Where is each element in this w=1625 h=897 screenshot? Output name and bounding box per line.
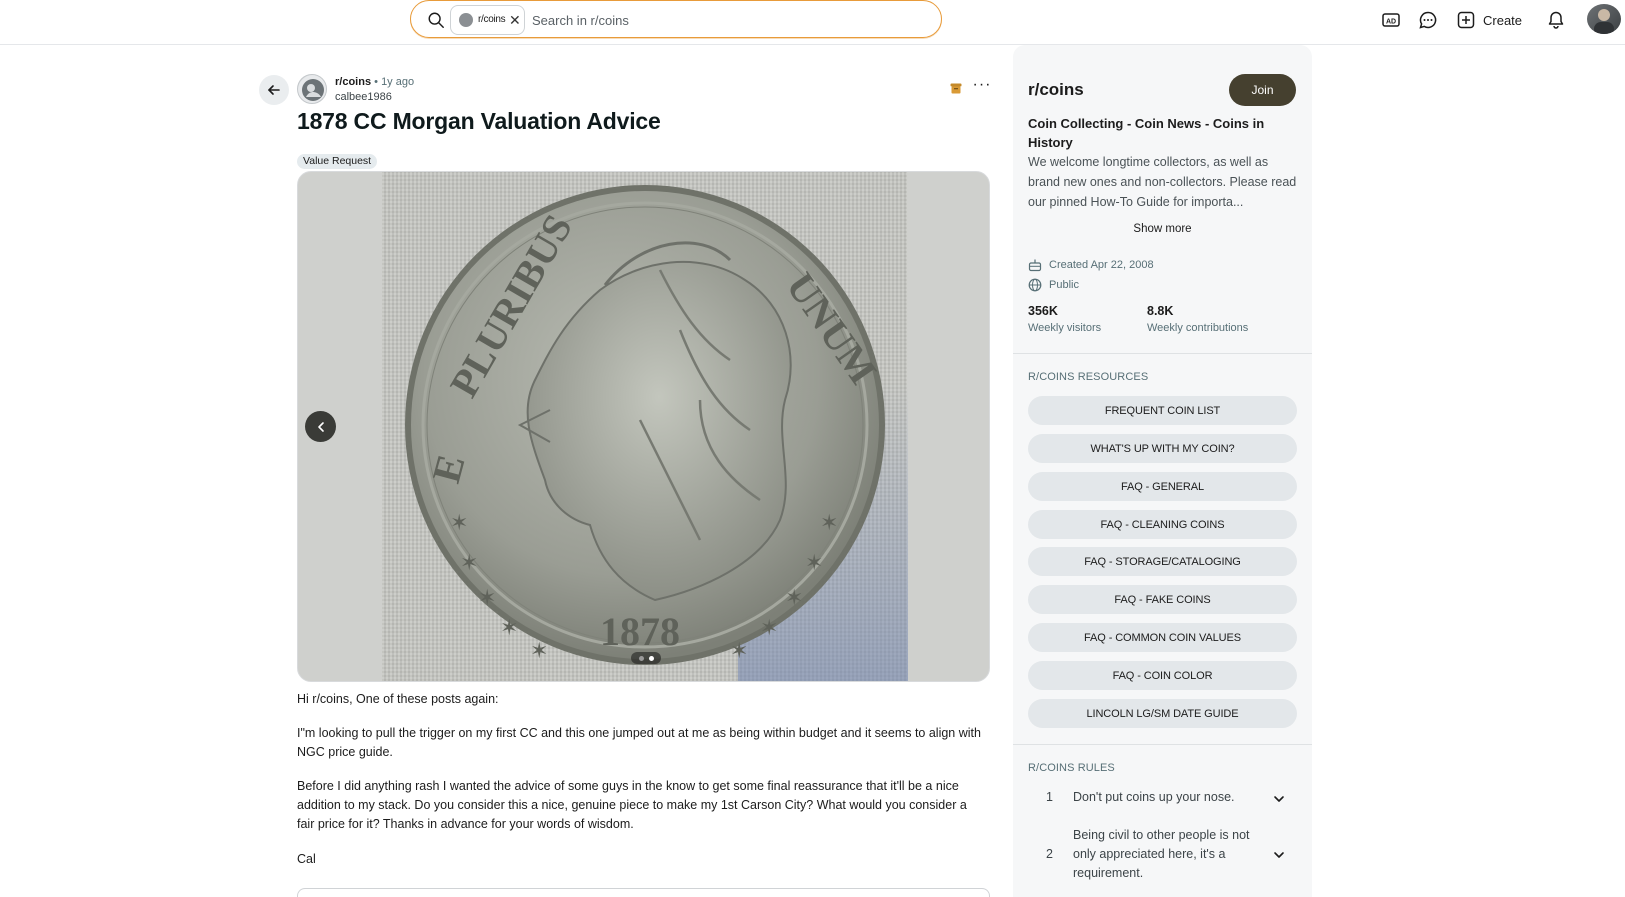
visibility-row: Public: [1028, 278, 1079, 292]
gallery-dot-active[interactable]: [648, 655, 654, 661]
rule-text: Being civil to other people is not only …: [1073, 828, 1250, 880]
create-label: Create: [1483, 12, 1523, 28]
post-body-paragraph: Cal: [297, 852, 316, 866]
coin-image: E PLURIBUS UNUM 1878 ✶ ✶ ✶ ✶ ✶ ✶ ✶ ✶ ✶ ✶: [405, 185, 886, 665]
post-body-paragraph: Before I did anything rash I wanted the …: [297, 779, 967, 831]
svg-text:✶: ✶: [730, 638, 748, 663]
resource-button[interactable]: LINCOLN LG/SM DATE GUIDE: [1028, 699, 1297, 728]
rules-title: R/COINS RULES: [1028, 762, 1115, 774]
resources-title: R/COINS RESOURCES: [1028, 371, 1149, 383]
svg-text:✶: ✶: [460, 550, 478, 575]
resource-button[interactable]: FAQ - CLEANING COINS: [1028, 510, 1297, 539]
post-body-paragraph: I"m looking to pull the trigger on my fi…: [297, 726, 981, 759]
sidebar-divider: [1013, 353, 1312, 354]
svg-text:✶: ✶: [530, 638, 548, 663]
subreddit-link[interactable]: r/coins: [335, 76, 371, 88]
post-flair[interactable]: Value Request: [297, 154, 378, 169]
chevron-down-icon: [1274, 796, 1284, 802]
svg-text:✶: ✶: [450, 510, 468, 535]
search-bar[interactable]: r/coins ✕: [410, 0, 942, 38]
resource-button[interactable]: FAQ - STORAGE/CATALOGING: [1028, 547, 1297, 576]
weekly-visitors-value: 356K: [1028, 304, 1058, 318]
svg-text:✶: ✶: [805, 550, 823, 575]
community-heading: Coin Collecting - Coin News - Coins in H…: [1028, 116, 1265, 150]
subreddit-filter-chip[interactable]: r/coins ✕: [450, 5, 525, 35]
image-gallery[interactable]: E PLURIBUS UNUM 1878 ✶ ✶ ✶ ✶ ✶ ✶ ✶ ✶ ✶ ✶: [297, 171, 990, 682]
post-title: 1878 CC Morgan Valuation Advice: [297, 108, 661, 134]
resource-button[interactable]: FAQ - COIN COLOR: [1028, 661, 1297, 690]
rule-item[interactable]: 2 Being civil to other people is not onl…: [1028, 825, 1298, 885]
rule-number: 1: [1046, 790, 1053, 804]
post-author[interactable]: calbee1986: [335, 91, 392, 103]
subreddit-chip-avatar: [459, 13, 473, 27]
subreddit-avatar[interactable]: [297, 74, 327, 104]
weekly-contributions-label: Weekly contributions: [1147, 322, 1249, 334]
avatar[interactable]: [1587, 4, 1621, 34]
visibility-label: Public: [1049, 279, 1079, 291]
globe-icon: [1028, 278, 1042, 292]
top-header: r/coins ✕ AD Create: [0, 0, 1625, 45]
cake-icon: [1028, 259, 1042, 272]
close-icon[interactable]: ✕: [509, 12, 521, 28]
svg-text:✶: ✶: [760, 615, 778, 640]
weekly-visitors-label: Weekly visitors: [1028, 322, 1102, 334]
post-age: 1y ago: [381, 76, 415, 88]
svg-text:✶: ✶: [478, 585, 496, 610]
plus-icon: [1457, 11, 1475, 29]
resource-button[interactable]: FAQ - GENERAL: [1028, 472, 1297, 501]
show-more-button[interactable]: Show more: [1013, 223, 1312, 235]
gallery-prev-button[interactable]: [305, 411, 336, 442]
arrow-left-icon: [268, 85, 280, 95]
chevron-down-icon: [1274, 852, 1284, 858]
resource-button[interactable]: WHAT'S UP WITH MY COIN?: [1028, 434, 1297, 463]
svg-text:✶: ✶: [820, 510, 838, 535]
svg-text:AD: AD: [1386, 19, 1396, 26]
weekly-contributions-value: 8.8K: [1147, 304, 1174, 318]
rule-text: Don't put coins up your nose.: [1073, 790, 1235, 804]
chat-icon[interactable]: [1416, 8, 1440, 32]
join-button[interactable]: Join: [1229, 74, 1296, 106]
bell-icon[interactable]: [1544, 8, 1568, 32]
back-button[interactable]: [259, 75, 289, 105]
svg-text:✶: ✶: [785, 585, 803, 610]
sidebar-divider: [1013, 744, 1312, 745]
gallery-pagination: [631, 652, 661, 664]
post-body-paragraph: Hi r/coins, One of these posts again:: [297, 692, 499, 706]
more-options-button[interactable]: ···: [970, 77, 994, 95]
created-row: Created Apr 22, 2008: [1028, 258, 1154, 272]
rule-item[interactable]: 1 Don't put coins up your nose.: [1028, 785, 1298, 815]
resource-button[interactable]: FAQ - COMMON COIN VALUES: [1028, 623, 1297, 652]
gallery-dot[interactable]: [638, 655, 644, 661]
community-name: r/coins: [1028, 80, 1084, 99]
created-date: Created Apr 22, 2008: [1049, 259, 1154, 271]
ad-icon[interactable]: AD: [1379, 8, 1403, 32]
svg-text:✶: ✶: [500, 615, 518, 640]
create-button[interactable]: Create: [1457, 6, 1529, 34]
resource-button[interactable]: FAQ - FAKE COINS: [1028, 585, 1297, 614]
resource-button[interactable]: FREQUENT COIN LIST: [1028, 396, 1297, 425]
subreddit-chip-label: r/coins: [478, 14, 506, 25]
comment-box[interactable]: [297, 888, 990, 897]
chevron-left-icon: [317, 421, 324, 432]
search-icon: [428, 12, 444, 28]
community-sidebar: r/coins Join Coin Collecting - Coin News…: [1013, 45, 1312, 897]
rule-number: 2: [1046, 847, 1053, 861]
svg-text:1878: 1878: [600, 609, 680, 654]
meta-separator: •: [374, 76, 378, 88]
search-input[interactable]: [532, 10, 912, 30]
archive-icon: [950, 83, 962, 94]
post-meta: r/coins • 1y ago: [335, 76, 414, 88]
community-description: We welcome longtime collectors, as well …: [1028, 155, 1297, 209]
